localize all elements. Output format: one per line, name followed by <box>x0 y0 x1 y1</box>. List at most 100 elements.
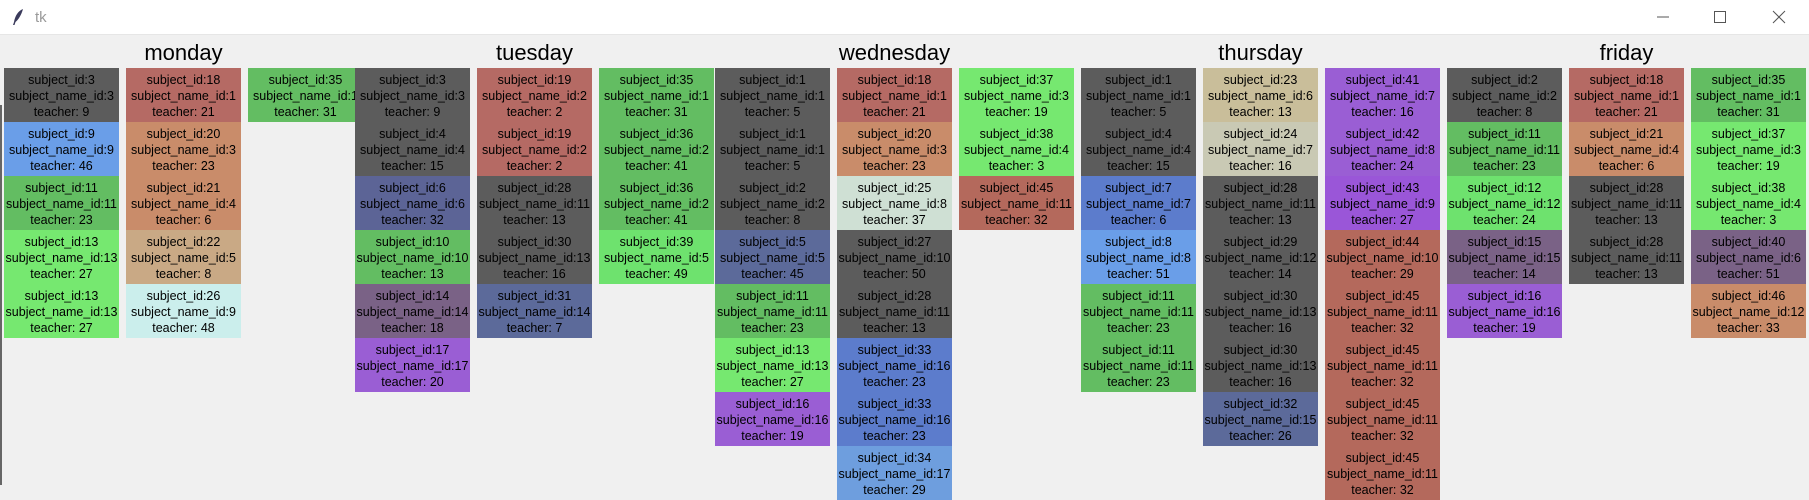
subject-name-line: subject_name_id:10 <box>1326 251 1439 265</box>
subject-name-line: subject_name_id:8 <box>842 197 947 211</box>
teacher-line: teacher: 13 <box>503 213 566 227</box>
subject-id-line: subject_id:11 <box>1102 289 1175 303</box>
subject-name-line: subject_name_id:13 <box>478 251 591 265</box>
class-cell: subject_id:10 subject_name_id:10 teacher: … <box>355 230 470 284</box>
subject-id-line: subject_id:19 <box>497 127 572 141</box>
teacher-line: teacher: 19 <box>985 105 1048 119</box>
class-cell: subject_id:5 subject_name_id:5 teacher: 45 <box>715 230 830 284</box>
minimize-button[interactable] <box>1640 0 1686 35</box>
teacher-line: teacher: 29 <box>863 483 926 497</box>
subject-id-line: subject_id:45 <box>979 181 1054 195</box>
subject-name-line: subject_name_id:13 <box>716 359 829 373</box>
subject-name-line: subject_name_id:2 <box>604 197 709 211</box>
teacher-line: teacher: 16 <box>1229 321 1292 335</box>
subject-id-line: subject_id:39 <box>619 235 694 249</box>
subject-id-line: subject_id:25 <box>857 181 932 195</box>
subject-name-line: subject_name_id:9 <box>1330 197 1435 211</box>
teacher-line: teacher: 50 <box>863 267 926 281</box>
subject-name-line: subject_name_id:13 <box>1204 305 1317 319</box>
subject-id-line: subject_id:29 <box>1223 235 1298 249</box>
teacher-line: teacher: 16 <box>1229 375 1292 389</box>
teacher-line: teacher: 32 <box>381 213 444 227</box>
subject-name-line: subject_name_id:4 <box>964 143 1069 157</box>
subject-name-line: subject_name_id:11 <box>6 197 117 211</box>
subject-id-line: subject_id:36 <box>619 127 694 141</box>
subject-name-line: subject_name_id:16 <box>1448 305 1561 319</box>
teacher-line: teacher: 41 <box>625 213 688 227</box>
class-cell: subject_id:19 subject_name_id:2 teacher: 2 <box>477 122 592 176</box>
subject-id-line: subject_id:6 <box>379 181 446 195</box>
maximize-button[interactable] <box>1697 0 1743 35</box>
day-header-tuesday: tuesday <box>495 40 574 65</box>
subject-name-line: subject_name_id:10 <box>838 251 951 265</box>
subject-id-line: subject_id:16 <box>1467 289 1542 303</box>
class-cell: subject_id:43 subject_name_id:9 teacher: 2… <box>1325 176 1440 230</box>
subject-id-line: subject_id:8 <box>1105 235 1172 249</box>
subject-name-line: subject_name_id:1 <box>1574 89 1679 103</box>
subject-name-line: subject_name_id:4 <box>360 143 465 157</box>
window-edge <box>0 105 2 485</box>
subject-id-line: subject_id:35 <box>1711 73 1786 87</box>
teacher-line: teacher: 16 <box>503 267 566 281</box>
class-cell: subject_id:28 subject_name_id:11 teacher: … <box>1569 230 1684 284</box>
subject-id-line: subject_id:20 <box>857 127 932 141</box>
subject-name-line: subject_name_id:11 <box>1083 359 1194 373</box>
teacher-line: teacher: 23 <box>863 429 926 443</box>
subject-id-line: subject_id:45 <box>1345 343 1420 357</box>
subject-id-line: subject_id:4 <box>1105 127 1172 141</box>
subject-id-line: subject_id:24 <box>1223 127 1298 141</box>
teacher-line: teacher: 24 <box>1351 159 1414 173</box>
teacher-line: teacher: 23 <box>741 321 804 335</box>
teacher-line: teacher: 23 <box>1107 321 1170 335</box>
subject-name-line: subject_name_id:4 <box>1574 143 1679 157</box>
class-cell: subject_id:11 subject_name_id:11 teacher: … <box>1447 122 1562 176</box>
subject-name-line: subject_name_id:6 <box>1208 89 1313 103</box>
subject-name-line: subject_name_id:2 <box>1452 89 1557 103</box>
window-titlebar[interactable]: tk <box>0 0 1809 35</box>
subject-name-line: subject_name_id:4 <box>1086 143 1191 157</box>
minimize-icon <box>1657 16 1669 18</box>
class-cell: subject_id:1 subject_name_id:1 teacher: 5 <box>715 68 830 122</box>
subject-id-line: subject_id:38 <box>979 127 1054 141</box>
subject-name-line: subject_name_id:11 <box>1327 467 1438 481</box>
teacher-line: teacher: 27 <box>30 321 93 335</box>
teacher-line: teacher: 6 <box>1110 213 1167 227</box>
class-cell: subject_id:20 subject_name_id:3 teacher: 2… <box>837 122 952 176</box>
subject-name-line: subject_name_id:11 <box>1327 413 1438 427</box>
class-cell: subject_id:33 subject_name_id:16 teacher: … <box>837 338 952 392</box>
class-cell: subject_id:24 subject_name_id:7 teacher: 1… <box>1203 122 1318 176</box>
subject-id-line: subject_id:45 <box>1345 289 1420 303</box>
subject-name-line: subject_name_id:9 <box>9 143 114 157</box>
subject-id-line: subject_id:42 <box>1345 127 1420 141</box>
subject-id-line: subject_id:19 <box>497 73 572 87</box>
teacher-line: teacher: 15 <box>381 159 444 173</box>
subject-id-line: subject_id:5 <box>739 235 806 249</box>
subject-id-line: subject_id:44 <box>1345 235 1420 249</box>
class-cell: subject_id:18 subject_name_id:1 teacher: 2… <box>837 68 952 122</box>
teacher-line: teacher: 5 <box>1110 105 1167 119</box>
subject-name-line: subject_name_id:2 <box>482 89 587 103</box>
class-cell: subject_id:7 subject_name_id:7 teacher: 6 <box>1081 176 1196 230</box>
subject-name-line: subject_name_id:15 <box>1204 413 1317 427</box>
teacher-line: teacher: 24 <box>1473 213 1536 227</box>
class-cell: subject_id:1 subject_name_id:1 teacher: 5 <box>1081 68 1196 122</box>
subject-id-line: subject_id:1 <box>1105 73 1172 87</box>
teacher-line: teacher: 5 <box>744 159 801 173</box>
class-cell: subject_id:42 subject_name_id:8 teacher: 2… <box>1325 122 1440 176</box>
class-cell: subject_id:28 subject_name_id:11 teacher: … <box>477 176 592 230</box>
teacher-line: teacher: 23 <box>30 213 93 227</box>
subject-id-line: subject_id:28 <box>497 181 572 195</box>
subject-id-line: subject_id:26 <box>146 289 221 303</box>
teacher-line: teacher: 32 <box>1351 483 1414 497</box>
class-cell: subject_id:19 subject_name_id:2 teacher: 2 <box>477 68 592 122</box>
subject-name-line: subject_name_id:8 <box>1086 251 1191 265</box>
subject-name-line: subject_name_id:15 <box>1448 251 1561 265</box>
class-cell: subject_id:22 subject_name_id:5 teacher: 8 <box>126 230 241 284</box>
class-cell: subject_id:17 subject_name_id:17 teacher: … <box>355 338 470 392</box>
teacher-line: teacher: 31 <box>1717 105 1780 119</box>
class-cell: subject_id:41 subject_name_id:7 teacher: 1… <box>1325 68 1440 122</box>
class-cell: subject_id:23 subject_name_id:6 teacher: 1… <box>1203 68 1318 122</box>
teacher-line: teacher: 32 <box>1351 375 1414 389</box>
close-button[interactable] <box>1756 0 1802 35</box>
subject-id-line: subject_id:13 <box>735 343 810 357</box>
